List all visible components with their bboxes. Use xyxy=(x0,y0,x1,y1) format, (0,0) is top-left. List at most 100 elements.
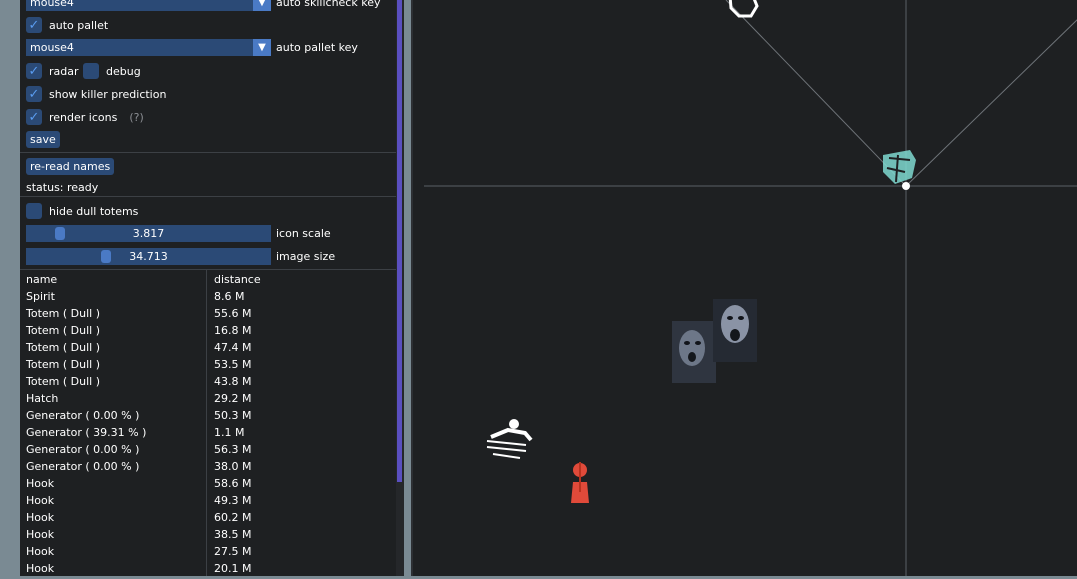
column-header-name: name xyxy=(26,273,58,286)
chevron-down-icon[interactable]: ▼ xyxy=(253,0,271,11)
image-size-value: 34.713 xyxy=(129,250,168,263)
debug-checkbox[interactable] xyxy=(83,63,99,79)
save-button[interactable]: save xyxy=(26,131,60,148)
icon-scale-value: 3.817 xyxy=(132,227,165,240)
status-text: status: ready xyxy=(26,180,99,194)
skillcheck-key-label: auto skillcheck key xyxy=(276,0,381,9)
entity-name: Totem ( Dull ) xyxy=(26,375,101,388)
table-row: Hook 20.1 M xyxy=(20,561,396,576)
entity-distance: 29.2 M xyxy=(214,392,252,405)
fov-line-left xyxy=(725,0,907,187)
divider xyxy=(20,269,396,270)
entity-distance: 38.0 M xyxy=(214,460,252,473)
slider-grab[interactable] xyxy=(55,227,65,240)
render-icons-checkbox[interactable]: ✓ xyxy=(26,109,42,125)
debug-checkbox-row[interactable]: debug xyxy=(83,61,141,81)
icon-scale-slider[interactable]: 3.817 xyxy=(26,225,271,242)
radar-checkbox[interactable]: ✓ xyxy=(26,63,42,79)
pallet-vault-icon xyxy=(486,419,533,459)
entity-name: Totem ( Dull ) xyxy=(26,341,101,354)
player-position-icon xyxy=(902,182,910,190)
divider xyxy=(20,196,396,197)
table-row: Totem ( Dull ) 43.8 M xyxy=(20,374,396,391)
entity-name: Hook xyxy=(26,511,55,524)
table-row: Generator ( 0.00 % ) 50.3 M xyxy=(20,408,396,425)
show-killer-prediction-checkbox[interactable]: ✓ xyxy=(26,86,42,102)
help-marker[interactable]: (?) xyxy=(129,111,143,124)
table-row: Generator ( 39.31 % ) 1.1 M xyxy=(20,425,396,442)
table-row: Hook 58.6 M xyxy=(20,476,396,493)
table-row: Hook 38.5 M xyxy=(20,527,396,544)
entity-distance: 50.3 M xyxy=(214,409,252,422)
table-row: Hook 49.3 M xyxy=(20,493,396,510)
debug-label: debug xyxy=(106,64,141,78)
show-killer-prediction-label: show killer prediction xyxy=(49,87,167,101)
chevron-down-icon[interactable]: ▼ xyxy=(253,39,271,56)
table-row: Totem ( Dull ) 55.6 M xyxy=(20,306,396,323)
entity-name: Hook xyxy=(26,528,55,541)
entity-name: Totem ( Dull ) xyxy=(26,324,101,337)
hatch-icon xyxy=(883,150,916,184)
entity-name: Generator ( 0.00 % ) xyxy=(26,443,140,456)
divider xyxy=(20,152,396,153)
entity-name: Generator ( 0.00 % ) xyxy=(26,460,140,473)
hook-icon xyxy=(571,462,589,503)
panel-scrollbar[interactable] xyxy=(396,0,404,576)
icon-scale-label: icon scale xyxy=(276,227,331,240)
survivor-portrait-icon xyxy=(672,321,716,383)
table-row: Totem ( Dull ) 16.8 M xyxy=(20,323,396,340)
hide-dull-totems-row[interactable]: hide dull totems xyxy=(26,201,138,221)
radar-label: radar xyxy=(49,64,79,78)
entity-distance: 8.6 M xyxy=(214,290,245,303)
table-row: Generator ( 0.00 % ) 38.0 M xyxy=(20,459,396,476)
entity-distance: 53.5 M xyxy=(214,358,252,371)
render-icons-label: render icons xyxy=(49,110,118,124)
entity-distance: 38.5 M xyxy=(214,528,252,541)
entity-name: Generator ( 0.00 % ) xyxy=(26,409,140,422)
show-killer-prediction-row[interactable]: ✓ show killer prediction xyxy=(26,84,166,104)
skillcheck-key-dropdown[interactable]: mouse4 ▼ xyxy=(26,0,271,11)
table-row: Spirit 8.6 M xyxy=(20,289,396,306)
entity-distance: 27.5 M xyxy=(214,545,252,558)
auto-pallet-key-value: mouse4 xyxy=(30,41,74,54)
entity-distance: 43.8 M xyxy=(214,375,252,388)
entity-distance: 55.6 M xyxy=(214,307,252,320)
auto-pallet-checkbox[interactable]: ✓ xyxy=(26,17,42,33)
table-row: Totem ( Dull ) 47.4 M xyxy=(20,340,396,357)
entity-name: Hatch xyxy=(26,392,59,405)
auto-pallet-checkbox-row[interactable]: ✓ auto pallet xyxy=(26,15,108,35)
entity-name: Hook xyxy=(26,477,55,490)
entity-distance: 47.4 M xyxy=(214,341,252,354)
table-row: Hook 27.5 M xyxy=(20,544,396,561)
fov-line-right xyxy=(905,19,1077,187)
entity-table: name distance Spirit 8.6 M Totem ( Dull ) 5… xyxy=(20,272,396,576)
entity-distance: 49.3 M xyxy=(214,494,252,507)
entity-name: Spirit xyxy=(26,290,55,303)
entity-distance: 56.3 M xyxy=(214,443,252,456)
entity-name: Hook xyxy=(26,545,55,558)
table-row: Hatch 29.2 M xyxy=(20,391,396,408)
image-size-label: image size xyxy=(276,250,336,263)
hide-dull-totems-label: hide dull totems xyxy=(49,204,139,218)
auto-pallet-key-dropdown[interactable]: mouse4 ▼ xyxy=(26,39,271,56)
slider-grab[interactable] xyxy=(101,250,111,263)
entity-distance: 58.6 M xyxy=(214,477,252,490)
radar-view xyxy=(411,0,1077,576)
reread-names-button[interactable]: re-read names xyxy=(26,158,115,175)
render-icons-row[interactable]: ✓ render icons (?) xyxy=(26,107,144,127)
entity-name: Totem ( Dull ) xyxy=(26,358,101,371)
entity-distance: 20.1 M xyxy=(214,562,252,575)
table-row: Generator ( 0.00 % ) 56.3 M xyxy=(20,442,396,459)
radar-canvas xyxy=(424,0,1077,576)
radar-checkbox-row[interactable]: ✓ radar xyxy=(26,61,79,81)
entity-distance: 1.1 M xyxy=(214,426,245,439)
hide-dull-totems-checkbox[interactable] xyxy=(26,203,42,219)
scrollbar-thumb[interactable] xyxy=(397,0,402,482)
column-header-distance: distance xyxy=(214,273,261,286)
window-gap xyxy=(404,0,411,576)
entity-name: Hook xyxy=(26,494,55,507)
settings-panel: mouse4 ▼ auto skillcheck key ✓ auto pall… xyxy=(20,0,396,576)
image-size-slider[interactable]: 34.713 xyxy=(26,248,271,265)
entity-name: Generator ( 39.31 % ) xyxy=(26,426,147,439)
entity-name: Hook xyxy=(26,562,55,575)
